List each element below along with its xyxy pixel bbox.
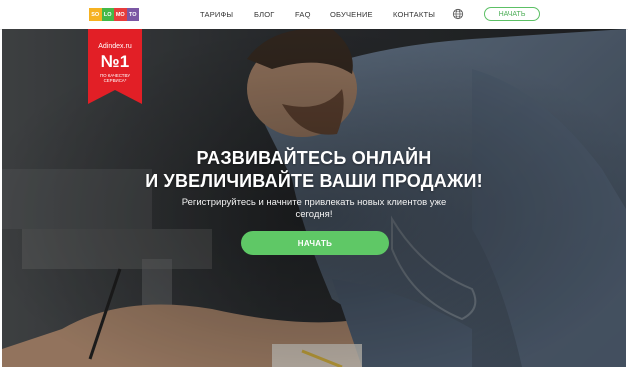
nav-link-blog[interactable]: БЛОГ (254, 10, 275, 19)
ribbon-brand: Adindex.ru (98, 43, 132, 50)
ribbon-caption-line2: сервиса* (103, 78, 127, 83)
hero-headline: РАЗВИВАЙТЕСЬ ОНЛАЙН И УВЕЛИЧИВАЙТЕ ВАШИ … (2, 147, 626, 193)
hero-start-button[interactable]: НАЧАТЬ (241, 231, 389, 255)
nav-link-pricing[interactable]: ТАРИФЫ (200, 10, 233, 19)
hero-section: Adindex.ru №1 по качеству сервиса* РАЗВИ… (2, 29, 626, 367)
ribbon-rank: №1 (100, 52, 130, 71)
hero-headline-line1: РАЗВИВАЙТЕСЬ ОНЛАЙН (196, 148, 432, 168)
hero-headline-line2: И УВЕЛИЧИВАЙТЕ ВАШИ ПРОДАЖИ! (145, 171, 483, 191)
nav-link-faq[interactable]: FAQ (295, 10, 311, 19)
header-start-button[interactable]: НАЧАТЬ (484, 7, 540, 21)
hero-subline: Регистрируйтесь и начните привлекать нов… (181, 197, 447, 220)
globe-icon[interactable] (452, 8, 464, 20)
ribbon-caption: по качеству сервиса* (90, 73, 140, 83)
nav-link-contacts[interactable]: КОНТАКТЫ (393, 10, 435, 19)
nav-link-learning[interactable]: ОБУЧЕНИЕ (330, 10, 373, 19)
top-navigation-bar: SO LO MO TO ТАРИФЫ БЛОГ FAQ ОБУЧЕНИЕ КОН… (0, 0, 628, 30)
